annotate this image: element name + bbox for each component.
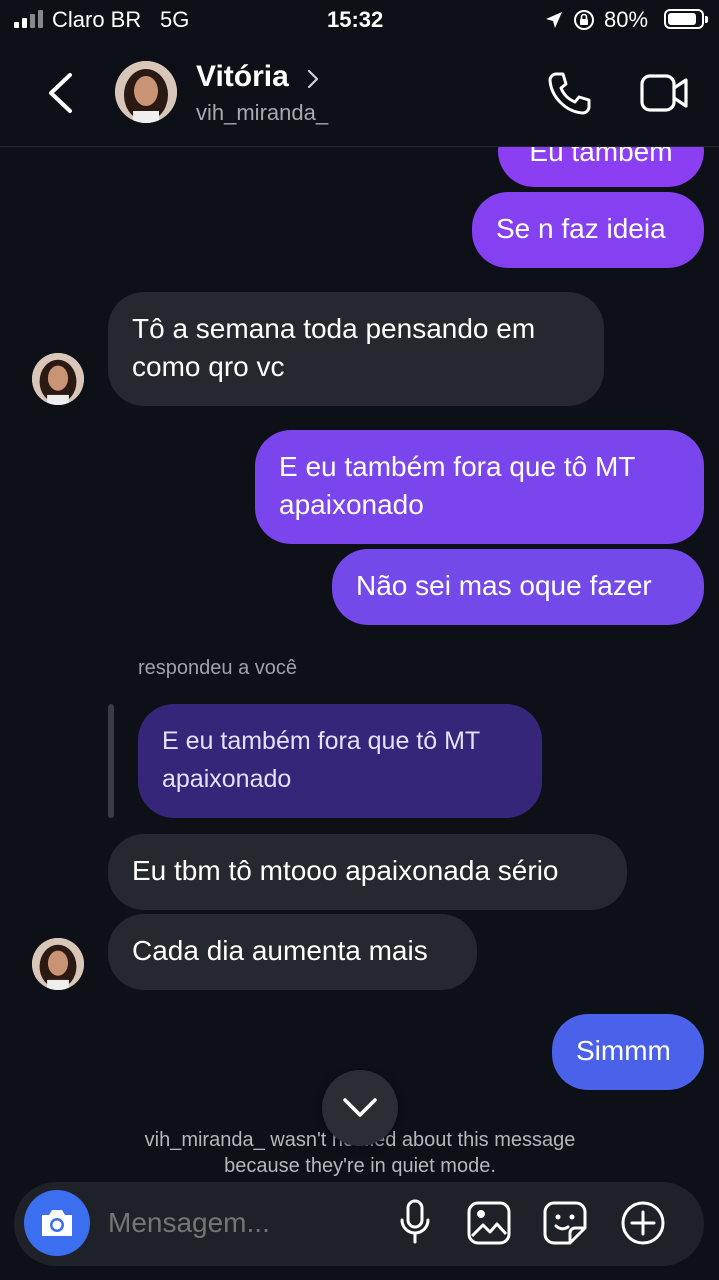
video-icon[interactable] (640, 72, 690, 114)
reply-indicator-bar (108, 704, 114, 818)
message-bubble[interactable]: Simmm (552, 1014, 704, 1090)
status-bar: Claro BR 5G 15:32 80% (0, 0, 719, 40)
signal-icon (14, 10, 46, 28)
camera-button[interactable] (24, 1190, 90, 1256)
camera-icon (42, 1210, 72, 1236)
message-list[interactable]: Eu também Se n faz ideia Tô a semana tod… (0, 147, 719, 1177)
orientation-lock-icon (574, 10, 594, 30)
chevron-right-icon[interactable] (306, 68, 320, 90)
reply-label: respondeu a você (138, 657, 298, 679)
message-bubble[interactable]: Eu também (498, 147, 704, 187)
chat-header: Vitória vih_miranda_ (0, 40, 719, 147)
contact-name[interactable]: Vitória (196, 60, 289, 94)
sticker-icon[interactable] (542, 1200, 588, 1246)
message-bubble[interactable]: Se n faz ideia (472, 192, 704, 268)
notice-line: because they're in quiet mode. (224, 1155, 496, 1177)
network-type: 5G (160, 7, 190, 32)
chevron-down-icon (343, 1098, 377, 1117)
message-bubble[interactable]: E eu também fora que tô MT apaixonado (255, 430, 704, 544)
plus-icon[interactable] (619, 1199, 667, 1247)
location-arrow-icon (546, 12, 562, 28)
message-input[interactable] (108, 1200, 378, 1246)
scroll-down-button[interactable] (322, 1070, 398, 1146)
quoted-message[interactable]: E eu também fora que tô MT apaixonado (138, 704, 542, 818)
phone-icon[interactable] (546, 70, 592, 116)
message-bubble[interactable]: Eu tbm tô mtooo apaixonada sério (108, 834, 627, 910)
avatar[interactable] (115, 61, 177, 123)
message-bubble[interactable]: Não sei mas oque fazer (332, 549, 704, 625)
back-icon[interactable] (44, 72, 76, 114)
message-bubble[interactable]: Tô a semana toda pensando em como qro vc (108, 292, 604, 406)
carrier: Claro BR (52, 7, 142, 32)
avatar[interactable] (32, 353, 84, 405)
microphone-icon[interactable] (397, 1198, 433, 1248)
clock: 15:32 (327, 7, 384, 32)
battery-icon (664, 9, 708, 29)
gallery-icon[interactable] (466, 1200, 512, 1246)
battery-percent: 80% (604, 7, 649, 32)
message-bubble[interactable]: Cada dia aumenta mais (108, 914, 477, 990)
contact-username: vih_miranda_ (196, 100, 329, 125)
avatar[interactable] (32, 938, 84, 990)
